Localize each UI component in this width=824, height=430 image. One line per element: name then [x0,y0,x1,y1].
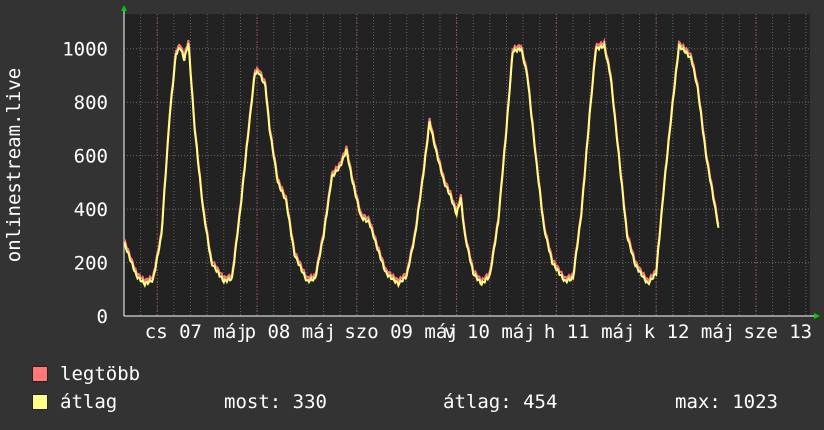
y-axis-label: onlinestream.live [3,68,25,262]
line-chart: 0 200 400 600 800 1000 cs 07 májp 08 máj szo 09… [3,5,824,343]
legend-swatch-max [32,366,48,382]
y-tick-label: 1000 [62,39,108,61]
x-tick-label: p 08 máj [245,321,337,343]
y-axis-arrow [121,5,127,11]
legend-label-avg: átlag [60,391,118,413]
x-tick-label: cs 07 máj [145,321,248,343]
stat-average: átlag: 454 [443,391,558,413]
x-tick-label: sze 13 máj [743,321,824,343]
stat-max: max: 1023 [675,391,778,413]
x-tick-label: h 11 máj [544,321,636,343]
y-tick-label: 800 [74,92,108,114]
legend-item-max: legtöbb [32,363,140,385]
y-tick-label: 600 [74,146,108,168]
x-tick-label: k 12 máj [644,321,736,343]
x-tick-label: szo 09 máj [344,321,458,343]
y-tick-label: 0 [97,306,108,328]
x-axis-arrow [814,313,820,319]
y-tick-label: 200 [74,253,108,275]
legend-swatch-avg [32,394,48,410]
legend-label-max: legtöbb [60,363,141,385]
x-tick-label: v 10 máj [444,321,536,343]
legend-item-avg: átlag [32,391,117,413]
y-tick-label: 400 [74,199,108,221]
stat-current: most: 330 [224,391,327,413]
